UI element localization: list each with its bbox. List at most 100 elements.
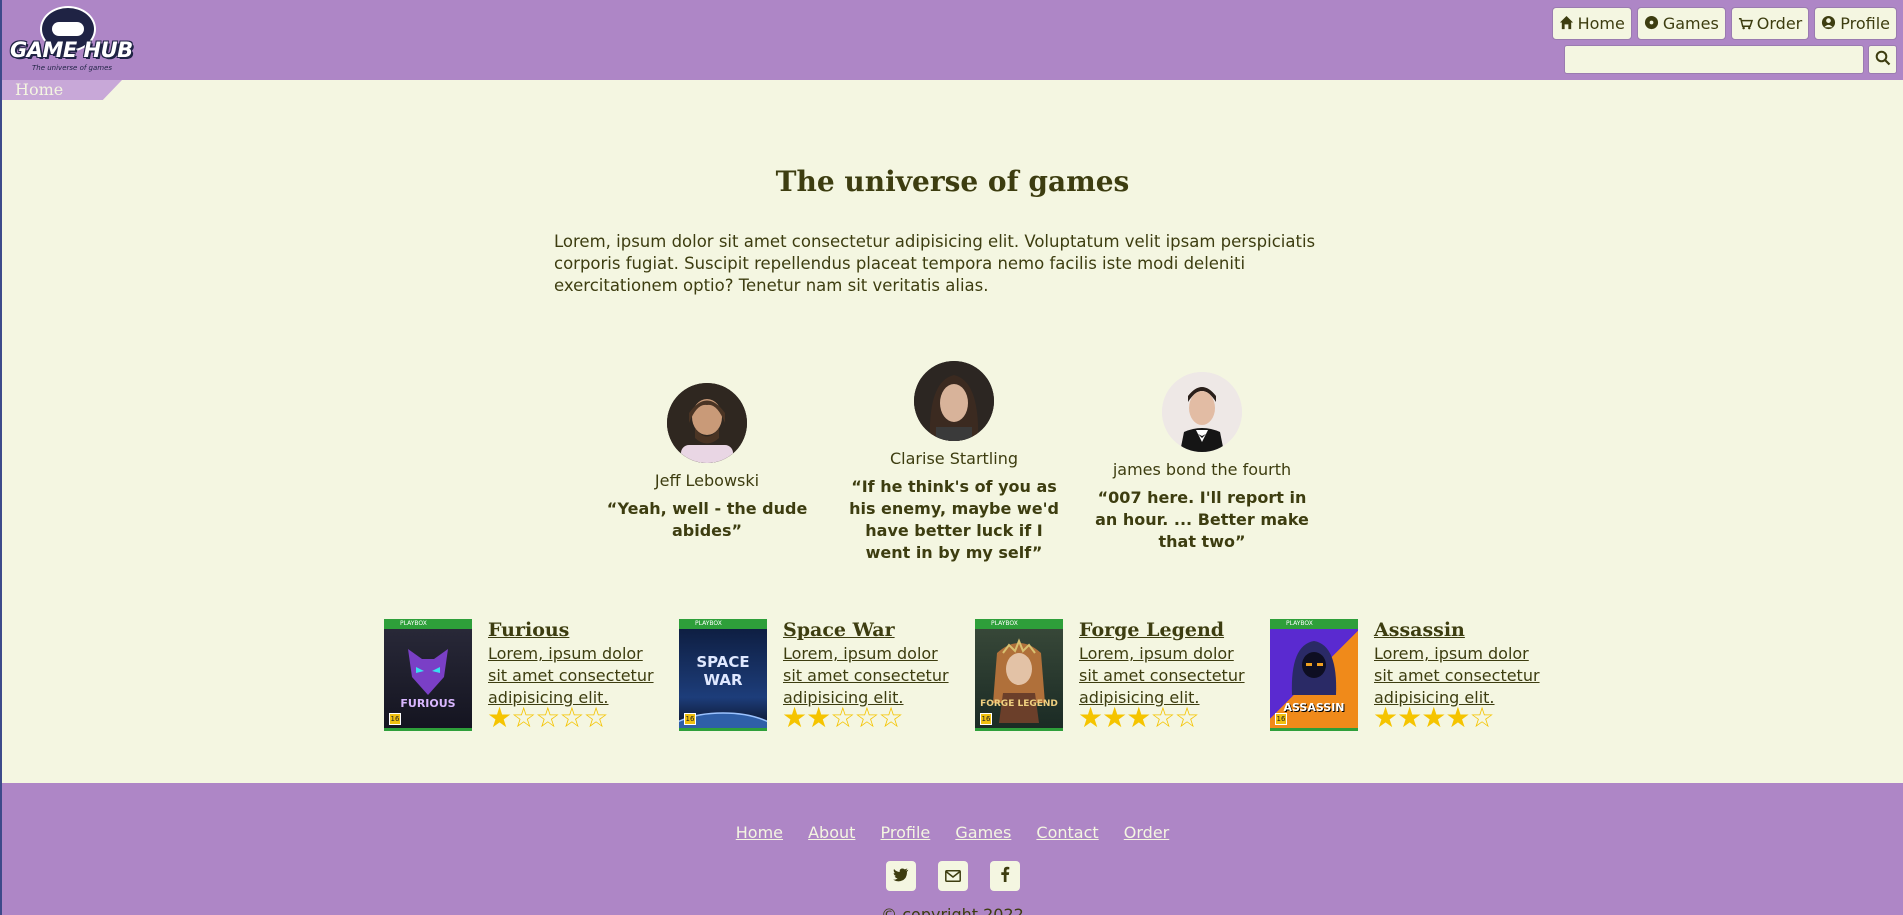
planet-icon <box>679 712 767 731</box>
site-header: GAME HUB The universe of games Home Game… <box>2 0 1903 80</box>
search-bar <box>1564 45 1897 74</box>
rating-stars: ★★★☆☆ <box>1078 701 1200 734</box>
breadcrumb-home[interactable]: Home <box>15 80 63 99</box>
search-button[interactable] <box>1868 45 1897 74</box>
testimonial-name: Jeff Lebowski <box>654 471 760 490</box>
mail-button[interactable] <box>937 861 968 891</box>
game-card-assassin[interactable]: PLAYBOX ASSASSIN 16 Assassin Lorem, ipsu… <box>1270 619 1540 734</box>
avatar <box>667 383 747 463</box>
game-cover-furious[interactable]: PLAYBOX FURIOUS 16 <box>384 619 472 731</box>
main-nav: Home Games Order Profile <box>1551 7 1897 40</box>
character-portrait-icon <box>993 638 1045 723</box>
game-description-link[interactable]: Lorem, ipsum dolor sit amet consectetur … <box>1374 643 1544 709</box>
star-empty-icon: ☆ <box>583 701 608 734</box>
social-links <box>2 861 1903 891</box>
cover-platform-bar <box>1270 619 1358 629</box>
star-empty-icon: ☆ <box>1174 701 1199 734</box>
footer-link-home[interactable]: Home <box>736 823 783 842</box>
age-rating-badge: 16 <box>1275 713 1287 725</box>
cover-platform-label: PLAYBOX <box>1286 620 1313 627</box>
testimonial-name: james bond the fourth <box>1112 460 1292 479</box>
rating-stars: ★★★★☆ <box>1373 701 1495 734</box>
star-filled-icon: ★ <box>1445 701 1470 734</box>
gamepad-icon <box>52 22 84 36</box>
footer-link-about[interactable]: About <box>808 823 855 842</box>
star-filled-icon: ★ <box>1421 701 1446 734</box>
testimonial-name: Clarise Startling <box>890 449 1018 468</box>
game-card-forge-legend[interactable]: PLAYBOX FORGE LEGEND 16 Forge Legend Lor… <box>975 619 1245 734</box>
footer-link-contact[interactable]: Contact <box>1036 823 1098 842</box>
cover-platform-bar <box>384 619 472 629</box>
game-card-furious[interactable]: PLAYBOX FURIOUS 16 Furious Lorem, ipsum … <box>384 619 654 734</box>
game-hub-logo[interactable]: GAME HUB The universe of games <box>8 4 133 76</box>
cover-bottom-bar <box>384 728 472 731</box>
cover-platform-label: PLAYBOX <box>400 620 427 627</box>
nav-home-button[interactable]: Home <box>1551 7 1632 40</box>
game-cover-assassin[interactable]: PLAYBOX ASSASSIN 16 <box>1270 619 1358 731</box>
cover-platform-label: PLAYBOX <box>991 620 1018 627</box>
game-title-link[interactable]: Forge Legend <box>1079 619 1224 641</box>
page-title: The universe of games <box>775 165 1130 198</box>
intro-text: Lorem, ipsum dolor sit amet consectetur … <box>554 232 1316 295</box>
nav-games-button[interactable]: Games <box>1636 7 1726 40</box>
hooded-assassin-icon <box>1291 641 1337 695</box>
twitter-icon <box>892 867 909 886</box>
cover-bottom-bar <box>679 728 767 731</box>
game-card-space-war[interactable]: PLAYBOX SPACE WAR 16 Space War Lorem, ip… <box>679 619 949 734</box>
game-description-link[interactable]: Lorem, ipsum dolor sit amet consectetur … <box>488 643 658 709</box>
nav-games-label: Games <box>1662 14 1719 33</box>
cover-platform-bar <box>975 619 1063 629</box>
facebook-button[interactable] <box>989 861 1020 891</box>
star-filled-icon: ★ <box>806 701 831 734</box>
testimonial-card: Jeff Lebowski “Yeah, well - the dude abi… <box>597 383 817 542</box>
rating-stars: ★★☆☆☆ <box>782 701 904 734</box>
logo-text: GAME HUB <box>10 38 133 62</box>
star-empty-icon: ☆ <box>1469 701 1494 734</box>
cover-platform-bar <box>679 619 767 629</box>
footer-link-games[interactable]: Games <box>955 823 1011 842</box>
testimonials: Jeff Lebowski “Yeah, well - the dude abi… <box>602 355 1309 575</box>
game-title-link[interactable]: Assassin <box>1374 619 1465 641</box>
game-description-link[interactable]: Lorem, ipsum dolor sit amet consectetur … <box>1079 643 1249 709</box>
testimonial-card: james bond the fourth “007 here. I'll re… <box>1092 372 1312 553</box>
nav-home-label: Home <box>1577 14 1625 33</box>
star-empty-icon: ☆ <box>830 701 855 734</box>
cover-platform-label: PLAYBOX <box>695 620 722 627</box>
nav-profile-button[interactable]: Profile <box>1814 7 1897 40</box>
cover-bottom-bar <box>1270 728 1358 731</box>
star-filled-icon: ★ <box>782 701 807 734</box>
search-input[interactable] <box>1564 45 1864 74</box>
cover-title-text: FORGE LEGEND <box>980 699 1058 709</box>
star-empty-icon: ☆ <box>511 701 536 734</box>
age-rating-badge: 16 <box>684 713 696 725</box>
footer-link-profile[interactable]: Profile <box>881 823 931 842</box>
star-filled-icon: ★ <box>1102 701 1127 734</box>
nav-order-button[interactable]: Order <box>1730 7 1810 40</box>
star-filled-icon: ★ <box>1397 701 1422 734</box>
testimonial-quote: “If he think's of you as his enemy, mayb… <box>849 477 1059 562</box>
star-empty-icon: ☆ <box>535 701 560 734</box>
footer-link-order[interactable]: Order <box>1124 823 1169 842</box>
age-rating-badge: 16 <box>980 713 992 725</box>
star-empty-icon: ☆ <box>878 701 903 734</box>
star-filled-icon: ★ <box>487 701 512 734</box>
footer-links: Home About Profile Games Contact Order <box>2 823 1903 842</box>
game-cover-forge-legend[interactable]: PLAYBOX FORGE LEGEND 16 <box>975 619 1063 731</box>
game-description-link[interactable]: Lorem, ipsum dolor sit amet consectetur … <box>783 643 953 709</box>
nav-order-label: Order <box>1756 14 1803 33</box>
game-title-link[interactable]: Furious <box>488 619 569 641</box>
game-title-link[interactable]: Space War <box>783 619 895 641</box>
home-icon <box>1559 15 1574 33</box>
profile-icon <box>1821 15 1836 33</box>
site-footer: Home About Profile Games Contact Order ©… <box>2 783 1903 915</box>
search-icon <box>1875 50 1891 70</box>
star-empty-icon: ☆ <box>559 701 584 734</box>
game-cover-space-war[interactable]: PLAYBOX SPACE WAR 16 <box>679 619 767 731</box>
wolf-emblem-icon <box>408 649 448 695</box>
star-filled-icon: ★ <box>1373 701 1398 734</box>
cover-title-text: SPACE WAR <box>696 653 750 689</box>
mail-icon <box>944 867 961 886</box>
avatar <box>914 361 994 441</box>
star-empty-icon: ☆ <box>854 701 879 734</box>
twitter-button[interactable] <box>885 861 916 891</box>
